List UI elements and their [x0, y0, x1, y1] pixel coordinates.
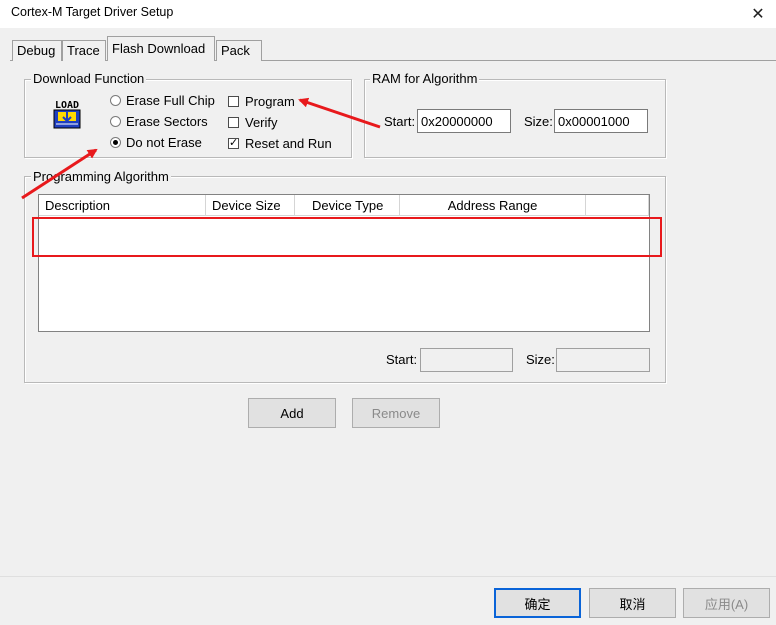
verify-label: Verify: [245, 115, 278, 130]
load-icon: LOAD: [50, 98, 84, 132]
cancel-button[interactable]: 取消: [589, 588, 676, 618]
reset-and-run-label: Reset and Run: [245, 136, 332, 151]
algorithm-list[interactable]: Description Device Size Device Type Addr…: [38, 194, 650, 332]
download-function-title: Download Function: [31, 71, 147, 86]
algorithm-size-label: Size:: [526, 352, 555, 367]
ram-for-algorithm-title: RAM for Algorithm: [370, 71, 480, 86]
verify-checkbox[interactable]: [228, 117, 239, 128]
erase-sectors-label: Erase Sectors: [126, 114, 208, 129]
do-not-erase-label: Do not Erase: [126, 135, 202, 150]
window-title: Cortex-M Target Driver Setup: [11, 5, 174, 19]
erase-full-chip-radio[interactable]: [110, 95, 121, 106]
column-header-device-size[interactable]: Device Size: [206, 195, 295, 216]
ok-button[interactable]: 确定: [494, 588, 581, 618]
program-checkbox[interactable]: [228, 96, 239, 107]
checkmark-icon: ✓: [229, 137, 239, 149]
algorithm-size-input[interactable]: [556, 348, 650, 372]
erase-sectors-radio[interactable]: [110, 116, 121, 127]
remove-button[interactable]: Remove: [352, 398, 440, 428]
column-header-address-range[interactable]: Address Range: [400, 195, 586, 216]
tab-trace[interactable]: Trace: [62, 40, 106, 61]
tab-flash-download[interactable]: Flash Download: [107, 36, 215, 61]
load-icon-text: LOAD: [55, 100, 79, 111]
close-button[interactable]: ✕: [740, 0, 776, 28]
ram-size-input[interactable]: 0x00001000: [554, 109, 648, 133]
column-header-device-type[interactable]: Device Type: [295, 195, 400, 216]
close-icon: ✕: [751, 6, 765, 23]
tab-pack[interactable]: Pack: [216, 40, 262, 61]
algorithm-start-input[interactable]: [420, 348, 513, 372]
do-not-erase-radio[interactable]: [110, 137, 121, 148]
column-header-empty: [586, 195, 649, 216]
ram-size-label: Size:: [524, 114, 553, 129]
reset-and-run-checkbox[interactable]: ✓: [228, 138, 239, 149]
algorithm-start-label: Start:: [386, 352, 418, 367]
program-label: Program: [245, 94, 295, 109]
column-header-description[interactable]: Description: [39, 195, 206, 216]
ram-start-input[interactable]: 0x20000000: [417, 109, 511, 133]
footer-divider: [0, 576, 776, 577]
ram-start-label: Start:: [384, 114, 416, 129]
apply-button[interactable]: 应用(A): [683, 588, 770, 618]
programming-algorithm-title: Programming Algorithm: [31, 169, 171, 184]
erase-full-chip-label: Erase Full Chip: [126, 93, 215, 108]
tab-debug[interactable]: Debug: [12, 40, 62, 61]
add-button[interactable]: Add: [248, 398, 336, 428]
